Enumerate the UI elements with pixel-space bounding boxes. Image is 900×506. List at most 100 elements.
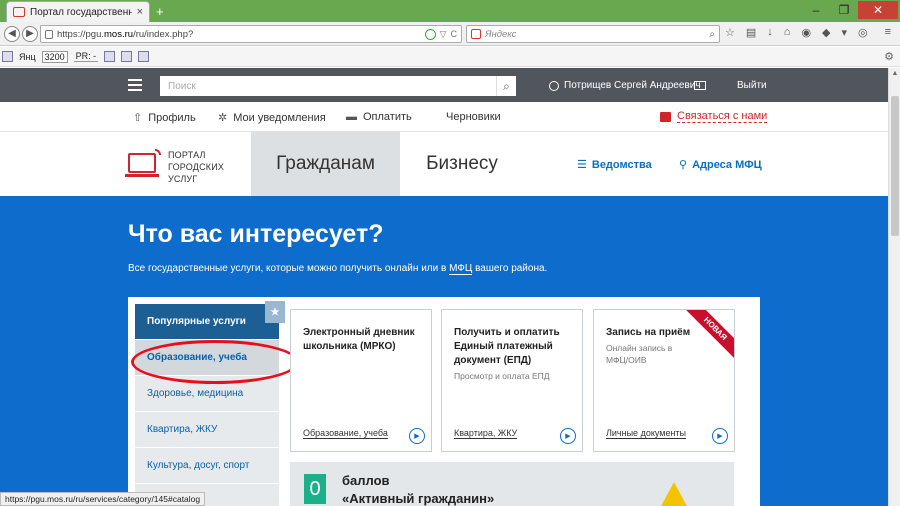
pagerank-label: PR: - [73, 51, 99, 62]
tab-title: Портал государственных ... [30, 6, 132, 18]
chat-icon [660, 111, 671, 122]
yandex-index-count: 3200 [41, 50, 68, 63]
map-pin-icon: ⚲ [679, 159, 688, 171]
browser-titlebar: Портал государственных ... × + – ❐ ✕ [0, 0, 900, 22]
user-profile-link[interactable]: Потрищев Сергей Андреевич [549, 80, 701, 91]
download-icon[interactable]: ↓ [767, 26, 773, 39]
address-url: https://pgu.mos.ru/ru/index.php? [57, 28, 194, 40]
site-subnav: ⇧ Профиль ✲ Мои уведомления ▬ Оплатить Ч… [0, 102, 888, 132]
star-bookmark-icon[interactable]: ☆ [725, 26, 735, 39]
services-panel: Популярные услуги ★ Образование, учеба З… [128, 297, 760, 506]
maximize-button[interactable]: ❐ [830, 1, 858, 19]
card-icon: ▬ [346, 111, 357, 123]
contact-label: Связаться с нами [677, 110, 768, 123]
points-value: 0 [304, 474, 326, 504]
hero-title: Что вас интересует? [128, 220, 384, 248]
list-icon: ☰ [577, 159, 587, 171]
card-category-link[interactable]: Личные документы [606, 428, 687, 439]
departments-link[interactable]: ☰ Ведомства [577, 158, 652, 172]
service-card[interactable]: Получить и оплатить Единый платежный док… [441, 309, 583, 452]
play-icon[interactable]: ▶ [560, 428, 576, 444]
addon-icon[interactable]: ◉ [801, 26, 811, 39]
scroll-up-icon[interactable]: ▲ [889, 70, 900, 77]
service-card[interactable]: Запись на приём Онлайн запись в МФЦ/ОИВ Л… [593, 309, 735, 452]
mfc-lead-link[interactable]: МФЦ [449, 263, 473, 275]
star-icon: ★ [265, 301, 285, 323]
secure-check-icon [424, 28, 436, 40]
search-icon[interactable]: ⌕ [709, 29, 715, 40]
signal-logo-icon [155, 149, 161, 155]
browser-search-placeholder: Яндекс [485, 28, 517, 40]
service-card[interactable]: Электронный дневник школьника (МРКО) Обр… [290, 309, 432, 452]
play-icon[interactable]: ▶ [409, 428, 425, 444]
laptop-logo-icon [125, 153, 159, 177]
active-citizen-points[interactable]: 0 баллов «Активный гражданин» [290, 462, 734, 506]
play-icon[interactable]: ▶ [712, 428, 728, 444]
mail-icon[interactable] [694, 81, 706, 90]
forward-button[interactable]: ▶ [22, 25, 38, 42]
mfc-addresses-link[interactable]: ⚲ Адреса МФЦ [679, 158, 762, 172]
browser-tab[interactable]: Портал государственных ... × [6, 1, 150, 22]
home-icon[interactable]: ⌂ [784, 26, 791, 39]
category-housing[interactable]: Квартира, ЖКУ [135, 412, 279, 447]
menu-arrow-icon[interactable]: ▾ [842, 26, 848, 39]
scrollbar-thumb[interactable] [891, 96, 899, 236]
status-url: https://pgu.mos.ru/ru/services/category/… [0, 492, 206, 506]
yandex-icon [471, 29, 481, 39]
toolbar-app-icon[interactable] [2, 51, 13, 62]
user-name: Потрищев Сергей Андреевич [564, 80, 701, 91]
sync-icon[interactable]: ◎ [858, 26, 868, 39]
card-category-link[interactable]: Образование, учеба [303, 428, 388, 439]
lock-icon [45, 29, 53, 39]
card-title: Получить и оплатить Единый платежный док… [454, 326, 576, 382]
bookmarks-icon[interactable]: ▤ [746, 26, 756, 39]
tab-citizens[interactable]: Гражданам [251, 132, 400, 196]
profile-icon: ⇧ [133, 112, 143, 124]
hero-section: Что вас интересует? Все государственные … [0, 196, 888, 506]
site-search-input[interactable]: Поиск ⌕ [160, 76, 516, 96]
card-subtitle: Онлайн запись в МФЦ/ОИВ [606, 343, 673, 365]
highlight-oval [131, 340, 299, 384]
dropdown-arrow-icon[interactable]: ▽ [440, 29, 447, 40]
settings-gear-icon[interactable]: ⚙ [884, 50, 894, 63]
toolbar-tool-icon-2[interactable] [121, 51, 133, 62]
tab-close-icon[interactable]: × [137, 6, 143, 18]
notifications-link[interactable]: ✲ Мои уведомления [218, 111, 326, 125]
category-culture[interactable]: Культура, досуг, спорт [135, 448, 279, 483]
mfc-label: Адреса МФЦ [692, 158, 762, 171]
drafts-label: Черновики [446, 111, 501, 123]
address-bar[interactable]: https://pgu.mos.ru/ru/index.php? ▽ C [40, 25, 462, 43]
back-button[interactable]: ◀ [4, 25, 20, 42]
page-scrollbar[interactable]: ▲ [888, 68, 900, 506]
reload-icon[interactable]: C [451, 29, 458, 39]
browser-navbar: ◀ ▶ https://pgu.mos.ru/ru/index.php? ▽ C… [0, 22, 900, 46]
close-window-button[interactable]: ✕ [858, 1, 898, 19]
gear-icon: ✲ [218, 112, 228, 124]
site-search-button[interactable]: ⌕ [496, 76, 516, 96]
site-favicon-icon [13, 7, 25, 17]
user-icon [549, 80, 559, 91]
site-main-nav: ПОРТАЛ ГОРОДСКИХ УСЛУГ Гражданам Бизнесу… [0, 132, 888, 196]
drafts-link[interactable]: Черновики [446, 111, 501, 123]
category-popular[interactable]: Популярные услуги ★ [135, 301, 285, 339]
minimize-button[interactable]: – [802, 1, 830, 19]
category-list: Популярные услуги ★ Образование, учеба З… [131, 301, 299, 506]
site-header: Поиск ⌕ Потрищев Сергей Андреевич Выйти [0, 68, 888, 102]
card-category-link[interactable]: Квартира, ЖКУ [454, 428, 518, 439]
logo-text: ПОРТАЛ ГОРОДСКИХ УСЛУГ [168, 150, 225, 184]
new-tab-button[interactable]: + [156, 4, 164, 19]
pocket-icon[interactable]: ◆ [822, 26, 830, 39]
profile-link[interactable]: ⇧ Профиль [133, 111, 196, 125]
pay-label: Оплатить [363, 111, 412, 123]
pay-link[interactable]: ▬ Оплатить [346, 111, 412, 123]
logout-link[interactable]: Выйти [737, 80, 767, 91]
contact-us-link[interactable]: Связаться с нами [660, 110, 768, 123]
browser-search[interactable]: Яндекс ⌕ [466, 25, 720, 43]
hamburger-menu-icon[interactable]: ≡ [885, 26, 891, 39]
toolbar-tool-icon-1[interactable] [104, 51, 116, 62]
departments-label: Ведомства [591, 158, 652, 171]
tab-business[interactable]: Бизнесу [400, 132, 524, 196]
toolbar-tool-icon-3[interactable] [138, 51, 150, 62]
yandex-index-label: Янц [19, 51, 36, 62]
site-menu-icon[interactable] [118, 76, 152, 94]
